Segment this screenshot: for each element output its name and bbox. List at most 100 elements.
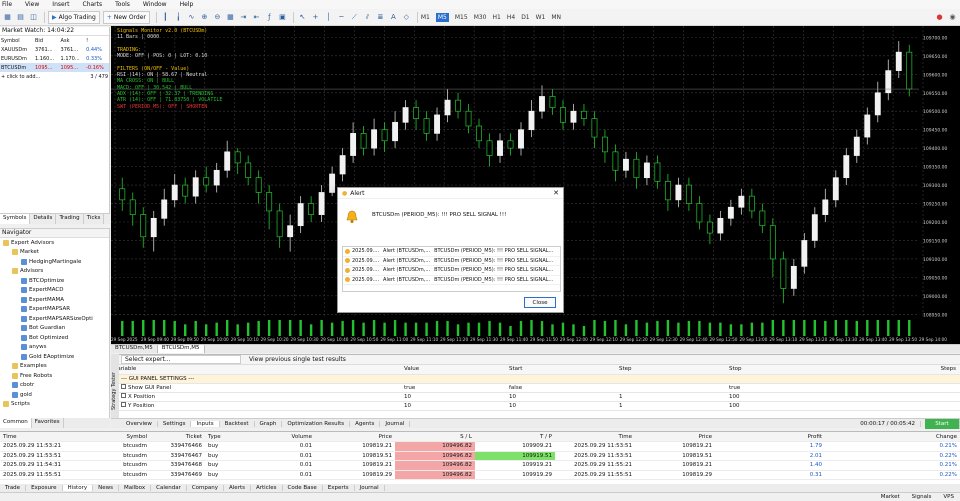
cursor-icon[interactable]: ↖ bbox=[297, 11, 308, 24]
navigator-item[interactable]: Bot Optimized bbox=[0, 333, 109, 343]
tab-symbols[interactable]: Symbols bbox=[0, 214, 31, 224]
select-expert-dropdown[interactable]: Select expert... bbox=[121, 355, 241, 364]
menu-item[interactable]: Tools bbox=[115, 1, 130, 8]
navigator-item[interactable]: Scripts bbox=[0, 400, 109, 410]
shapes-icon[interactable]: ◇ bbox=[401, 11, 412, 24]
account-icon[interactable]: ◉ bbox=[947, 11, 958, 24]
crosshair-icon[interactable]: + bbox=[310, 11, 321, 24]
close-button[interactable]: Close bbox=[524, 297, 556, 308]
column-header[interactable]: Step bbox=[616, 365, 726, 375]
navigator-item[interactable]: cbotr bbox=[0, 381, 109, 391]
menu-item[interactable]: Insert bbox=[52, 1, 69, 8]
navigator-item[interactable]: ExpertMAPSAR bbox=[0, 305, 109, 315]
tab-history[interactable]: History bbox=[62, 485, 94, 491]
chart-shift-icon[interactable]: ⇤ bbox=[251, 11, 262, 24]
menu-item[interactable]: View bbox=[25, 1, 39, 8]
tab-code-base[interactable]: Code Base bbox=[283, 485, 323, 491]
history-row[interactable]: 2025.09.29 11:53:51 btcusdm 339476467 buy 0.… bbox=[0, 451, 960, 461]
column-header[interactable]: Value bbox=[401, 365, 506, 375]
market-watch-row[interactable]: EURUSDm 1.160... 1.170... 0.33% bbox=[0, 54, 109, 63]
column-header[interactable]: ! bbox=[85, 36, 109, 45]
menu-item[interactable]: Charts bbox=[83, 1, 103, 8]
inputs-row[interactable]: Show GUI Panel true false true bbox=[111, 383, 960, 393]
menu-item[interactable]: Window bbox=[143, 1, 167, 8]
timeframe-m30[interactable]: M30 bbox=[474, 14, 487, 21]
timeframe-h4[interactable]: H4 bbox=[507, 14, 515, 21]
value-cell[interactable]: 10 bbox=[401, 392, 506, 402]
start-cell[interactable]: 10 bbox=[506, 392, 616, 402]
trendline-icon[interactable]: ⟋ bbox=[349, 11, 360, 24]
zoom-out-icon[interactable]: ⊖ bbox=[212, 11, 223, 24]
start-cell[interactable]: false bbox=[506, 383, 616, 393]
history-row[interactable]: 2025.09.29 11:54:31 btcusdm 339476468 buy 0.… bbox=[0, 460, 960, 471]
autoscroll-icon[interactable]: ⇥ bbox=[238, 11, 249, 24]
checkbox[interactable] bbox=[121, 393, 126, 398]
tab-favorites[interactable]: Favorites bbox=[32, 418, 64, 428]
signals-status[interactable]: Signals bbox=[912, 494, 932, 500]
column-header[interactable]: S / L bbox=[395, 432, 475, 442]
vps-status[interactable]: VPS bbox=[943, 494, 954, 500]
templates-icon[interactable]: ▣ bbox=[277, 11, 288, 24]
text-icon[interactable]: A bbox=[388, 11, 399, 24]
navigator-item[interactable]: Free Robots bbox=[0, 371, 109, 381]
column-header[interactable]: Bid bbox=[34, 36, 60, 45]
column-header[interactable]: Type bbox=[205, 432, 260, 442]
navigator-item[interactable]: BTCOptimize bbox=[0, 276, 109, 286]
menu-item[interactable]: Help bbox=[180, 1, 194, 8]
alert-row[interactable]: 2025.09.... Alert (BTCUSDm,... BTCUSDm (PE… bbox=[343, 247, 560, 257]
alert-row[interactable]: 2025.09.... Alert (BTCUSDm,... BTCUSDm (PE… bbox=[343, 276, 560, 285]
algo-trading-button[interactable]: ▶ Algo Trading bbox=[48, 10, 100, 24]
value-cell[interactable]: true bbox=[401, 383, 506, 393]
column-header[interactable]: Symbol bbox=[90, 432, 150, 442]
candle-chart-icon[interactable]: ╽ bbox=[173, 11, 184, 24]
column-header[interactable]: Time bbox=[555, 432, 635, 442]
tab-articles[interactable]: Articles bbox=[251, 485, 283, 491]
column-header[interactable]: Time bbox=[0, 432, 90, 442]
menu-item[interactable]: File bbox=[2, 1, 12, 8]
zoom-in-icon[interactable]: ⊕ bbox=[199, 11, 210, 24]
start-cell[interactable]: 10 bbox=[506, 401, 616, 411]
tab-settings[interactable]: Settings bbox=[158, 420, 192, 427]
strategy-tester-side-label[interactable]: Strategy Tester bbox=[111, 354, 119, 428]
tab-alerts[interactable]: Alerts bbox=[224, 485, 251, 491]
tab-ticks[interactable]: Ticks bbox=[84, 214, 105, 224]
tab-common[interactable]: Common bbox=[0, 418, 32, 428]
history-row[interactable]: 2025.09.29 11:53:21 btcusdm 339476466 buy 0.… bbox=[0, 441, 960, 452]
column-header[interactable]: Price bbox=[635, 432, 715, 442]
navigator-item[interactable]: ExpertMACD bbox=[0, 286, 109, 296]
stop-cell[interactable]: 100 bbox=[726, 392, 836, 402]
timeframe-mn[interactable]: MN bbox=[551, 14, 561, 21]
column-header[interactable]: Steps bbox=[836, 365, 960, 375]
column-header[interactable]: Ticket bbox=[150, 432, 205, 442]
history-row[interactable]: 2025.09.29 11:55:51 btcusdm 339476469 buy 0.… bbox=[0, 470, 960, 480]
column-header[interactable]: Stop bbox=[726, 365, 836, 375]
tab-mailbox[interactable]: Mailbox bbox=[119, 485, 152, 491]
navigator-item[interactable]: ExpertMAMA bbox=[0, 295, 109, 305]
profiles-icon[interactable]: ▤ bbox=[15, 11, 26, 24]
tab-journal[interactable]: Journal bbox=[355, 485, 385, 491]
column-header[interactable]: T / P bbox=[475, 432, 555, 442]
view-previous-results[interactable]: View previous single test results bbox=[249, 356, 346, 363]
horizontal-line-icon[interactable]: ─ bbox=[336, 11, 347, 24]
timeframe-m5[interactable]: M5 bbox=[435, 12, 449, 22]
column-header[interactable]: Profit bbox=[715, 432, 825, 442]
grid-icon[interactable]: ▦ bbox=[225, 11, 236, 24]
market-watch-icon[interactable]: ◫ bbox=[28, 11, 39, 24]
market-watch-row[interactable]: BTCUSDm 1095... 1095... -0.16% bbox=[0, 63, 109, 72]
tab-trading[interactable]: Trading bbox=[56, 214, 84, 224]
navigator-item[interactable]: Advisors bbox=[0, 267, 109, 277]
alert-row[interactable]: 2025.09.... Alert (BTCUSDm,... BTCUSDm (PE… bbox=[343, 266, 560, 276]
bar-chart-icon[interactable]: ┃ bbox=[160, 11, 171, 24]
inputs-group-row[interactable]: --- GUI PANEL SETTINGS --- bbox=[111, 374, 960, 384]
step-cell[interactable] bbox=[616, 383, 726, 393]
navigator-item[interactable]: Bot Guardian bbox=[0, 324, 109, 334]
indicators-icon[interactable]: ƒ bbox=[264, 11, 275, 24]
inputs-row[interactable]: Y Position 10 10 1 100 bbox=[111, 401, 960, 411]
add-symbol-link[interactable]: + click to add... bbox=[0, 72, 60, 81]
stop-cell[interactable]: true bbox=[726, 383, 836, 393]
navigator-item[interactable]: Examples bbox=[0, 362, 109, 372]
step-cell[interactable]: 1 bbox=[616, 401, 726, 411]
tab-optimization-results[interactable]: Optimization Results bbox=[282, 420, 351, 427]
timeframe-m1[interactable]: M1 bbox=[421, 14, 430, 21]
alert-row[interactable]: 2025.09.... Alert (BTCUSDm,... BTCUSDm (PE… bbox=[343, 257, 560, 266]
